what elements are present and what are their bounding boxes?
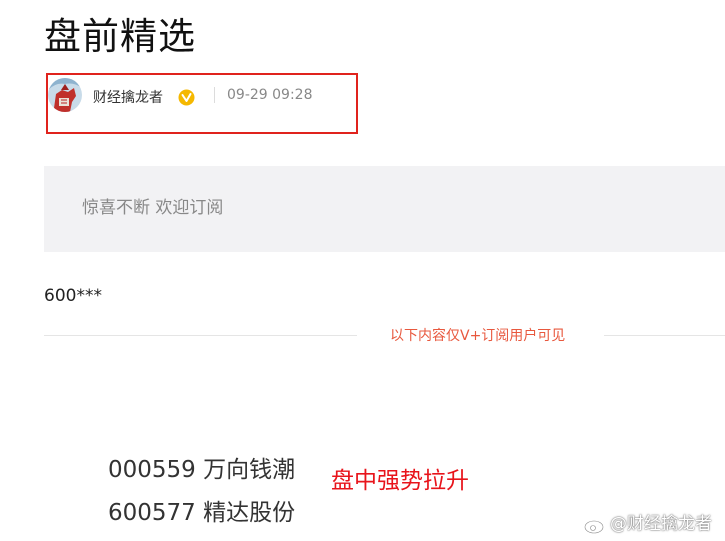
paywall-divider-left [44, 335, 357, 336]
meta-separator [214, 87, 215, 103]
author-name[interactable]: 财经擒龙者 [93, 88, 163, 108]
author-avatar[interactable] [48, 78, 82, 112]
paywall-divider-right [604, 335, 725, 336]
subscribe-banner-text: 惊喜不断 欢迎订阅 [82, 198, 224, 218]
visible-stock-code: 600*** [44, 286, 102, 306]
article-title: 盘前精选 [44, 15, 196, 58]
stock-note: 盘中强势拉升 [331, 468, 469, 494]
verified-badge-icon [178, 89, 195, 106]
watermark-text: @财经擒龙者 [610, 514, 712, 534]
article-page: 盘前精选 财经擒龙者 09-29 09:28 惊喜不断 欢迎订阅 600*** … [0, 0, 725, 541]
publish-time: 09-29 09:28 [227, 87, 313, 103]
paywall-divider-text: 以下内容仅V+订阅用户可见 [390, 328, 566, 344]
stock-line: 600577 精达股份 [108, 500, 296, 526]
weibo-watermark: @财经擒龙者 [584, 511, 712, 537]
weibo-logo-icon [584, 516, 606, 534]
avatar-image-icon [48, 78, 82, 112]
stock-line: 000559 万向钱潮 [108, 457, 296, 483]
